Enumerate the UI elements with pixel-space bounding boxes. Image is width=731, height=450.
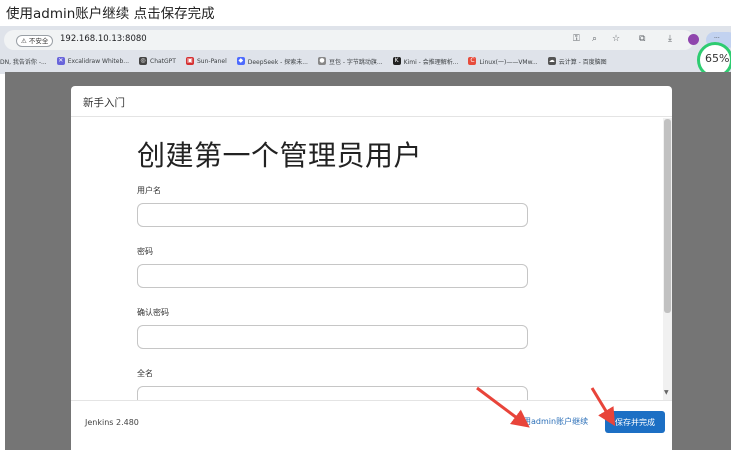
confirm-password-label: 确认密码 <box>137 308 169 317</box>
username-label: 用户名 <box>137 186 161 195</box>
username-field[interactable] <box>137 203 528 227</box>
fullname-label: 全名 <box>137 369 153 378</box>
zoom-icon[interactable]: ⌕ <box>592 34 597 44</box>
instruction-caption: 使用admin账户继续 点击保存完成 <box>6 6 215 22</box>
csdn-icon: C <box>468 57 477 65</box>
bookmark-label: 豆包 - 字节跳动旗... <box>328 58 383 66</box>
sun-panel-icon: ▣ <box>185 57 194 65</box>
bookmark-label: Linux(一)——VMw... <box>479 58 538 66</box>
bookmark-label: 云计算 - 百度脑图 <box>558 58 607 66</box>
password-label: 密码 <box>137 247 153 256</box>
excalidraw-icon: ✕ <box>56 57 65 65</box>
scrollbar-thumb[interactable] <box>664 119 671 313</box>
bookmark-item[interactable]: K Kimi - 会推理解析... <box>392 57 459 66</box>
star-icon[interactable]: ☆ <box>612 34 620 44</box>
bookmark-label: Sun-Panel <box>196 57 227 65</box>
progress-text: 65% <box>705 52 730 65</box>
bookmarks-bar: DN, 我告诉你 -... ✕ Excalidraw Whiteb... ◎ C… <box>0 54 617 68</box>
dialog-title: 新手入门 <box>83 97 125 109</box>
scroll-down-icon[interactable]: ▼ <box>664 389 669 396</box>
bookmark-label: DN, 我告诉你 -... <box>0 58 47 66</box>
dialog-header: 新手入门 <box>71 86 672 117</box>
bookmark-item[interactable]: ◎ ChatGPT <box>139 57 176 65</box>
security-label: 不安全 <box>28 37 49 45</box>
fullname-field[interactable] <box>137 386 528 400</box>
confirm-password-field[interactable] <box>137 325 528 349</box>
dialog-footer: Jenkins 2.480 使用admin账户继续 保存并完成 <box>71 400 672 450</box>
continue-as-admin-link[interactable]: 使用admin账户继续 <box>515 416 588 427</box>
bookmark-item[interactable]: ▣ Sun-Panel <box>185 57 227 65</box>
bookmark-item[interactable]: DN, 我告诉你 -... <box>0 57 47 66</box>
chatgpt-icon: ◎ <box>139 57 148 65</box>
key-icon[interactable]: ⚿ <box>573 34 580 44</box>
bookmark-label: Kimi - 会推理解析... <box>403 58 459 66</box>
bookmark-item[interactable]: ✕ Excalidraw Whiteb... <box>56 57 130 65</box>
bookmark-item[interactable]: ● 豆包 - 字节跳动旗... <box>317 57 383 66</box>
bookmark-item[interactable]: ☁ 云计算 - 百度脑图 <box>547 57 607 66</box>
bookmark-label: ChatGPT <box>150 57 176 65</box>
warning-icon: ⚠ <box>21 37 27 45</box>
password-field[interactable] <box>137 264 528 288</box>
extensions-icon[interactable]: ⧉ <box>639 34 645 44</box>
version-label: Jenkins 2.480 <box>85 418 139 427</box>
url-text[interactable]: 192.168.10.13:8080 <box>60 34 147 44</box>
screenshot-root: 使用admin账户继续 点击保存完成 ⚠ 不安全 192.168.10.13:8… <box>0 0 731 450</box>
bookmark-label: Excalidraw Whiteb... <box>67 57 130 65</box>
doubao-icon: ● <box>317 57 326 65</box>
bookmark-item[interactable]: C Linux(一)——VMw... <box>468 57 538 66</box>
setup-dialog: 新手入门 创建第一个管理员用户 用户名 密码 确认密码 全名 ▼ Jenkins… <box>71 86 672 450</box>
download-icon[interactable]: ⤓ <box>668 34 672 44</box>
security-chip[interactable]: ⚠ 不安全 <box>16 35 54 47</box>
baidu-mindmap-icon: ☁ <box>547 57 556 65</box>
bookmark-label: DeepSeek - 探索未... <box>247 58 308 66</box>
deepseek-icon: ◆ <box>236 57 245 65</box>
page-title: 创建第一个管理员用户 <box>137 139 423 172</box>
profile-avatar[interactable] <box>688 34 699 45</box>
kimi-icon: K <box>392 57 401 65</box>
form-scroll-area[interactable]: 创建第一个管理员用户 用户名 密码 确认密码 全名 <box>71 118 663 400</box>
bookmark-item[interactable]: ◆ DeepSeek - 探索未... <box>236 57 308 66</box>
save-and-finish-button[interactable]: 保存并完成 <box>605 411 665 433</box>
